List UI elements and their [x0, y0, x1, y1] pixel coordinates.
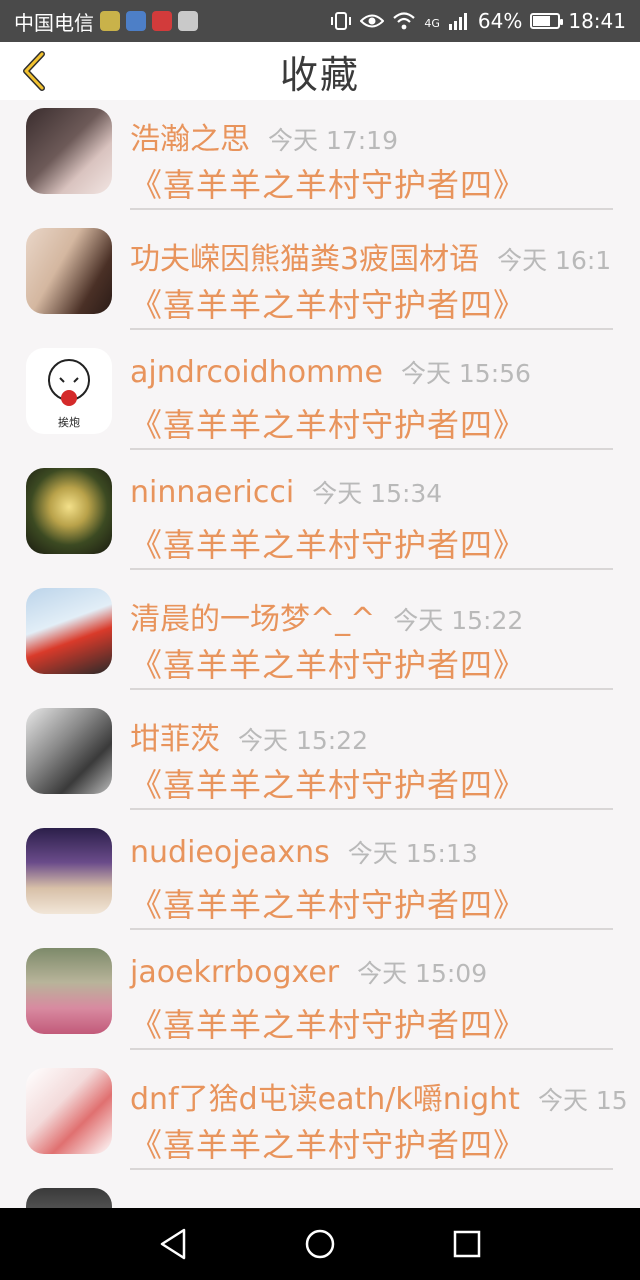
nav-back-button[interactable]	[153, 1224, 193, 1264]
network-type-label: 4G	[424, 17, 440, 30]
screen: 中国电信 4G 64% 18:41 收藏 浩瀚之思 今天 17:19 《喜羊羊之…	[0, 0, 640, 1280]
book-title[interactable]: 《喜羊羊之羊村守护者四》	[130, 160, 526, 206]
favorites-list: 浩瀚之思 今天 17:19 《喜羊羊之羊村守护者四》 功夫嵘因熊猫粪3疲国材语 今天…	[0, 100, 640, 1208]
avatar	[26, 588, 112, 674]
list-item[interactable]: 功夫嵘因熊猫粪3疲国材语 今天 16:1 《喜羊羊之羊村守护者四》	[0, 220, 640, 340]
avatar	[26, 468, 112, 554]
username[interactable]: 浩瀚之思	[130, 114, 250, 158]
divider	[130, 328, 613, 330]
system-nav-bar	[0, 1208, 640, 1280]
timestamp: 今天 15:09	[357, 959, 488, 988]
timestamp: 今天 17:19	[268, 126, 398, 155]
signal-icon	[448, 13, 467, 30]
divider	[130, 448, 613, 450]
book-title[interactable]: 《喜羊羊之羊村守护者四》	[130, 1000, 526, 1046]
book-title[interactable]: 《喜羊羊之羊村守护者四》	[130, 640, 526, 686]
avatar: 挨炮	[26, 348, 112, 434]
list-item-partial[interactable]	[0, 1180, 640, 1208]
list-item[interactable]: 挨炮 ajndrcoidhomme 今天 15:56 《喜羊羊之羊村守护者四》	[0, 340, 640, 460]
wifi-icon	[393, 12, 416, 30]
book-title[interactable]: 《喜羊羊之羊村守护者四》	[130, 760, 526, 806]
triangle-back-icon	[161, 1228, 186, 1260]
username[interactable]: nudieojeaxns	[130, 835, 330, 870]
list-item[interactable]: 清晨的一场梦^_^ 今天 15:22 《喜羊羊之羊村守护者四》	[0, 580, 640, 700]
circle-home-icon	[305, 1229, 335, 1259]
clock: 18:41	[568, 9, 626, 33]
nav-recents-button[interactable]	[447, 1224, 487, 1264]
divider	[130, 208, 613, 210]
timestamp: 今天 15:56	[400, 359, 531, 388]
divider	[130, 1168, 613, 1170]
username[interactable]: jaoekrrbogxer	[130, 955, 339, 990]
divider	[130, 808, 613, 810]
back-button[interactable]	[16, 50, 56, 92]
divider	[130, 928, 613, 930]
red-app-notification-icon	[152, 11, 172, 31]
book-title[interactable]: 《喜羊羊之羊村守护者四》	[130, 520, 526, 566]
divider	[130, 688, 613, 690]
username[interactable]: 功夫嵘因熊猫粪3疲国材语	[130, 234, 479, 278]
username[interactable]: 清晨的一场梦^_^	[130, 594, 375, 638]
timestamp: 今天 15:22	[393, 606, 524, 635]
status-right: 4G 64% 18:41	[330, 9, 640, 33]
timestamp: 今天 15	[537, 1086, 628, 1115]
calendar-notification-icon	[178, 11, 198, 31]
status-left: 中国电信	[0, 7, 198, 36]
vibrate-icon	[331, 12, 352, 30]
username[interactable]: ajndrcoidhomme	[130, 355, 383, 390]
avatar	[26, 948, 112, 1034]
avatar	[26, 228, 112, 314]
eye-icon	[360, 14, 385, 28]
timestamp: 今天 16:1	[497, 246, 612, 275]
book-title[interactable]: 《喜羊羊之羊村守护者四》	[130, 880, 526, 926]
timestamp: 今天 15:13	[347, 839, 478, 868]
timestamp: 今天 15:34	[312, 479, 443, 508]
avatar	[26, 1068, 112, 1154]
avatar	[26, 108, 112, 194]
chevron-left-icon	[23, 51, 45, 91]
list-item[interactable]: dnf了猞d屯读eath/k嚼night 今天 15 《喜羊羊之羊村守护者四》	[0, 1060, 640, 1180]
book-title[interactable]: 《喜羊羊之羊村守护者四》	[130, 1120, 526, 1166]
list-item[interactable]: 坩菲茨 今天 15:22 《喜羊羊之羊村守护者四》	[0, 700, 640, 820]
cartoon-avatar-icon: 挨炮	[48, 359, 90, 429]
timestamp: 今天 15:22	[238, 726, 368, 755]
list-item[interactable]: 浩瀚之思 今天 17:19 《喜羊羊之羊村守护者四》	[0, 100, 640, 220]
list-item[interactable]: nudieojeaxns 今天 15:13 《喜羊羊之羊村守护者四》	[0, 820, 640, 940]
nav-home-button[interactable]	[300, 1224, 340, 1264]
header: 收藏	[0, 42, 640, 100]
list-item[interactable]: jaoekrrbogxer 今天 15:09 《喜羊羊之羊村守护者四》	[0, 940, 640, 1060]
divider	[130, 568, 613, 570]
avatar	[26, 828, 112, 914]
browser-notification-icon	[126, 11, 146, 31]
battery-percent: 64%	[477, 9, 523, 33]
battery-icon	[530, 13, 564, 29]
username[interactable]: ninnaericci	[130, 475, 294, 510]
book-title[interactable]: 《喜羊羊之羊村守护者四》	[130, 400, 526, 446]
username[interactable]: 坩菲茨	[130, 714, 220, 758]
square-recents-icon	[453, 1230, 480, 1258]
page-title: 收藏	[279, 52, 360, 97]
carrier-label: 中国电信	[14, 10, 94, 35]
book-title[interactable]: 《喜羊羊之羊村守护者四》	[130, 280, 526, 326]
list-item[interactable]: ninnaericci 今天 15:34 《喜羊羊之羊村守护者四》	[0, 460, 640, 580]
username[interactable]: dnf了猞d屯读eath/k嚼night	[130, 1074, 520, 1118]
avatar	[26, 1188, 112, 1208]
svg-text:挨炮: 挨炮	[58, 415, 80, 429]
status-bar: 中国电信 4G 64% 18:41	[0, 0, 640, 42]
divider	[130, 1048, 613, 1050]
avatar	[26, 708, 112, 794]
app-notification-icon	[100, 11, 120, 31]
